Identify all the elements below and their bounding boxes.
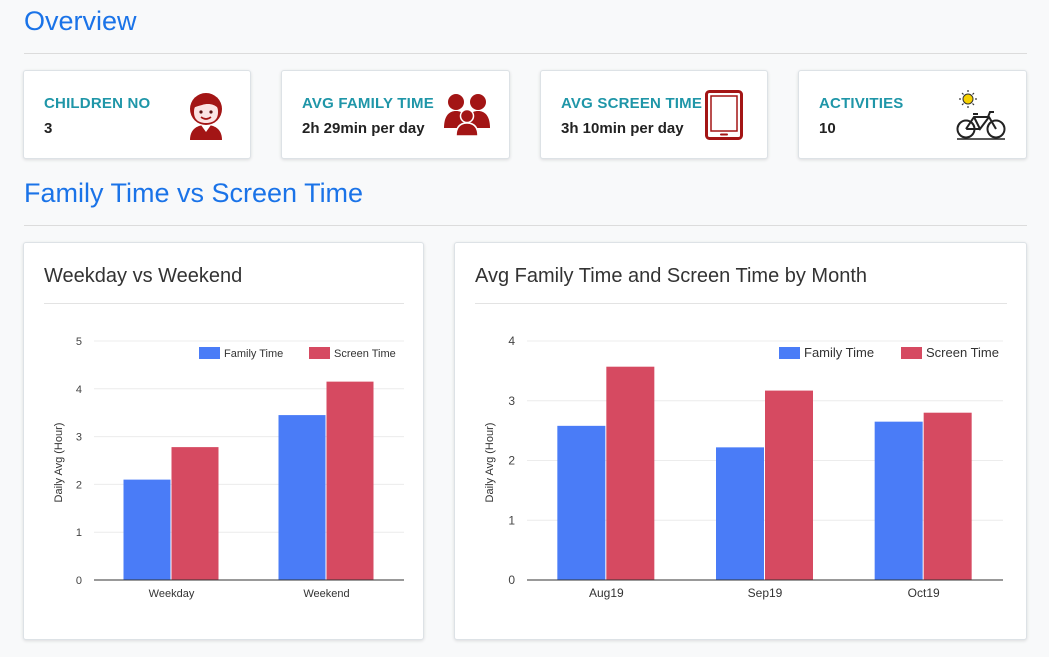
chart-card-by-month: Avg Family Time and Screen Time by Month… [454,242,1027,640]
family-icon [444,94,490,136]
bar-family-time [874,421,923,580]
stat-label-family-time: AVG FAMILY TIME [302,95,434,112]
stat-value-screen-time: 3h 10min per day [561,120,684,137]
y-tick-label: 0 [76,575,82,587]
y-tick-label: 5 [76,336,82,348]
legend-swatch [199,347,220,359]
child-icon [190,93,222,140]
bar-family-time [557,425,606,580]
y-tick-label: 0 [508,573,515,587]
stat-card-family-time: AVG FAMILY TIME 2h 29min per day [281,70,510,159]
y-tick-label: 4 [76,384,82,396]
stat-value-family-time: 2h 29min per day [302,120,425,137]
bicycle-sun-icon [956,90,1006,140]
y-axis-label: Daily Avg (Hour) [53,423,65,503]
stat-label-children: CHILDREN NO [44,95,151,112]
y-tick-label: 3 [508,394,515,408]
y-tick-label: 1 [508,513,515,527]
bar-screen-time [606,366,655,580]
overview-divider [24,53,1027,54]
chart-card-weekday-weekend: Weekday vs Weekend 0 1 2 3 4 5 Weekday Weekend D… [23,242,424,640]
legend-swatch [901,347,922,359]
bar-family-time [716,447,764,580]
comparison-title: Family Time vs Screen Time [24,178,364,208]
legend-label: Screen Time [334,348,396,360]
comparison-divider [24,225,1027,226]
stat-card-children: CHILDREN NO 3 [23,70,251,159]
chart-by-month: 0 1 2 3 4 Aug19 Sep19 Oct19 Daily Avg (Hour) Fami… [484,334,1003,600]
overview-title: Overview [24,6,137,36]
x-tick-label: Weekend [303,588,349,600]
bar-family-time [278,415,326,580]
bar-screen-time [326,381,374,580]
x-tick-label: Weekday [149,588,195,600]
chart-weekday-weekend: 0 1 2 3 4 5 Weekday Weekend Daily Avg (Hour) Fami… [53,336,404,600]
x-tick-label: Aug19 [589,586,624,600]
y-tick-label: 3 [76,432,82,444]
stat-label-screen-time: AVG SCREEN TIME [561,95,703,112]
x-tick-label: Sep19 [748,586,783,600]
stat-card-screen-time: AVG SCREEN TIME 3h 10min per day [540,70,768,159]
legend-swatch [779,347,800,359]
y-axis-label: Daily Avg (Hour) [484,423,496,503]
bar-screen-time [171,447,219,580]
stat-label-activities: ACTIVITIES [819,95,904,112]
legend-label: Family Time [224,348,283,360]
tablet-icon [705,90,743,140]
y-tick-label: 2 [508,454,515,468]
bar-family-time [123,479,171,580]
stat-value-activities: 10 [819,120,836,137]
stat-card-activities: ACTIVITIES 10 [798,70,1027,159]
legend-label: Screen Time [926,345,999,360]
bar-screen-time [923,412,972,580]
legend-label: Family Time [804,345,874,360]
y-tick-label: 1 [76,527,82,539]
stat-value-children: 3 [44,120,53,137]
bar-screen-time [765,390,813,580]
legend-swatch [309,347,330,359]
x-tick-label: Oct19 [908,586,940,600]
y-tick-label: 2 [76,479,82,491]
y-tick-label: 4 [508,334,515,348]
